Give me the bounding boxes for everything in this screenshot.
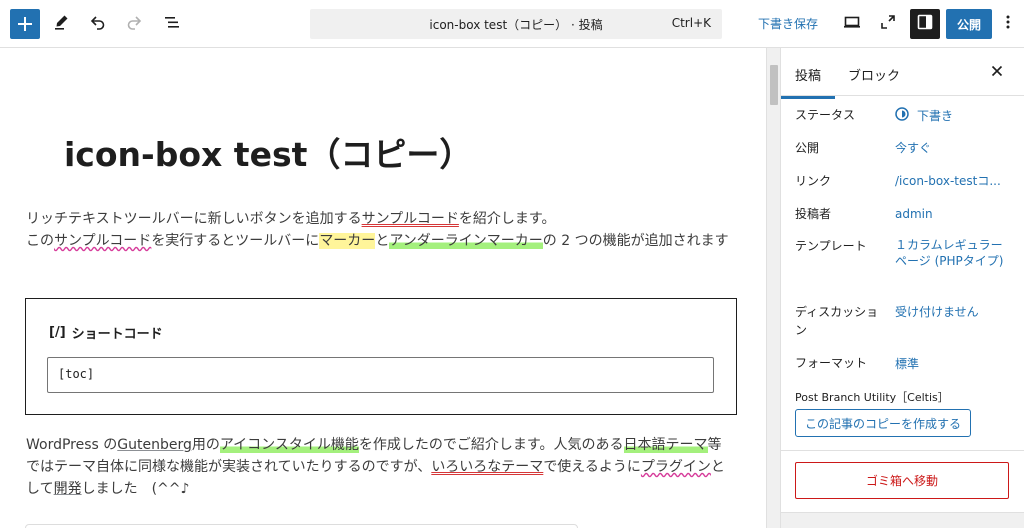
template-value[interactable]: １カラムレギュラーページ (PHPタイプ) [895, 237, 1005, 269]
author-value[interactable]: admin [895, 206, 933, 222]
text-run: で使えるように [543, 459, 641, 475]
plugin-label: Post Branch Utility［Celtis］ [795, 391, 949, 404]
underline-marker-text: 日本語テーマ [623, 437, 708, 453]
text-run: の 2 つの機能が追加されます [542, 233, 729, 249]
pencil-icon [53, 13, 71, 35]
editor-canvas: icon-box test（コピー） リッチテキストツールバーに新しいボタンを追… [0, 48, 766, 528]
redo-icon [125, 13, 143, 35]
format-label: フォーマット [795, 356, 868, 370]
shortcode-label-text: ショートコード [71, 327, 163, 342]
text-run: を紹介します。 [458, 211, 556, 227]
text-run: Gutenberg [117, 437, 192, 453]
view-post-button[interactable] [872, 8, 904, 40]
text-run: サンプルコード [361, 211, 459, 227]
paragraph-block[interactable]: リッチテキストツールバーに新しいボタンを追加するサンプルコードを紹介します。 こ… [26, 208, 732, 252]
command-shortcut: Ctrl+K [671, 16, 711, 30]
status-value-text: 下書き [917, 109, 954, 123]
tools-button[interactable] [46, 8, 78, 40]
link-label: リンク [795, 174, 832, 188]
publish-date-label: 公開 [795, 141, 820, 155]
text-run: いろいろなテーマ [431, 459, 544, 475]
undo-button[interactable] [82, 8, 114, 40]
text-run: を作成したのでご紹介します。人気のある [358, 437, 624, 453]
permalink-value[interactable]: /icon-box-testコ... [895, 173, 1001, 189]
close-sidebar-button[interactable] [991, 62, 1003, 81]
save-draft-button[interactable]: 下書き保存 [758, 15, 818, 32]
more-options-button[interactable] [996, 8, 1020, 40]
settings-button[interactable] [910, 9, 940, 39]
create-copy-button[interactable]: この記事のコピーを作成する [795, 409, 971, 437]
publish-date-value[interactable]: 今すぐ [895, 140, 931, 156]
undo-icon [89, 13, 107, 35]
move-to-trash-button[interactable]: ゴミ箱へ移動 [795, 462, 1009, 499]
external-view-icon [879, 13, 897, 35]
author-label: 投稿者 [795, 207, 832, 221]
marker-text: マーカー [319, 233, 376, 249]
status-label: ステータス [795, 108, 856, 122]
editor-content: icon-box test（コピー） リッチテキストツールバーに新しいボタンを追… [0, 48, 766, 528]
text-run: を実行するとツールバーに [151, 233, 320, 249]
format-value[interactable]: 標準 [895, 356, 919, 372]
text-run: 用の [191, 437, 220, 453]
plus-icon [17, 16, 33, 32]
template-label: テンプレート [795, 239, 867, 253]
desktop-preview-icon [843, 13, 861, 35]
settings-sidebar: 投稿 ブロック ステータス 下書き 公開 今すぐ リンク /icon-box-t… [780, 48, 1024, 528]
discussion-value[interactable]: 受け付けません [895, 304, 979, 320]
discussion-label: ディスカッション [795, 305, 879, 337]
underline-marker-text: アイコンスタイル機能 [219, 437, 359, 453]
sidebar-tabs: 投稿 ブロック [780, 48, 1024, 99]
sidebar-divider [781, 450, 1024, 451]
add-block-button[interactable] [10, 9, 40, 39]
draft-status-icon [895, 107, 909, 125]
shortcode-textarea[interactable]: [toc] [47, 357, 714, 393]
close-icon [991, 62, 1003, 81]
sidebar-footer [781, 512, 1024, 528]
settings-panel-icon [916, 13, 934, 35]
post-title[interactable]: icon-box test（コピー） [64, 128, 472, 176]
preview-button[interactable] [836, 8, 868, 40]
list-view-button[interactable] [156, 8, 188, 40]
shortcode-block[interactable]: [/] ショートコード [toc] [25, 298, 737, 415]
tab-post[interactable]: 投稿 [780, 65, 836, 99]
shortcode-icon: [/] [49, 325, 66, 340]
command-palette-bar[interactable]: icon-box test（コピー） · 投稿 Ctrl+K [310, 9, 722, 39]
document-title: icon-box test（コピー） · 投稿 [429, 18, 603, 32]
text-run: この [26, 233, 54, 249]
scrollbar-thumb[interactable] [770, 65, 778, 105]
publish-button[interactable]: 公開 [946, 9, 992, 39]
shortcode-block-label: [/] ショートコード [49, 323, 163, 342]
tab-block[interactable]: ブロック [848, 65, 900, 84]
text-run: しました (^^♪ [81, 481, 190, 497]
text-run: WordPress の [26, 437, 118, 453]
text-run: リッチテキストツールバーに新しいボタンを追加する [26, 211, 362, 227]
editor-toolbar: icon-box test（コピー） · 投稿 Ctrl+K 下書き保存 公開 [0, 0, 1024, 48]
next-block-preview[interactable] [25, 524, 578, 528]
paragraph-block[interactable]: WordPress のGutenberg用のアイコンスタイル機能を作成したのでご… [26, 434, 732, 500]
text-run: 開発 [53, 481, 82, 497]
text-run: サンプルコード [54, 233, 152, 249]
underline-marker-text: アンダーラインマーカー [389, 233, 543, 249]
editor-scrollbar[interactable] [766, 48, 780, 528]
status-value[interactable]: 下書き [895, 107, 953, 125]
more-vertical-icon [1005, 13, 1011, 35]
redo-button[interactable] [118, 8, 150, 40]
list-view-icon [163, 13, 181, 35]
text-run: と [375, 233, 390, 249]
text-run: プラグイン [640, 459, 711, 475]
